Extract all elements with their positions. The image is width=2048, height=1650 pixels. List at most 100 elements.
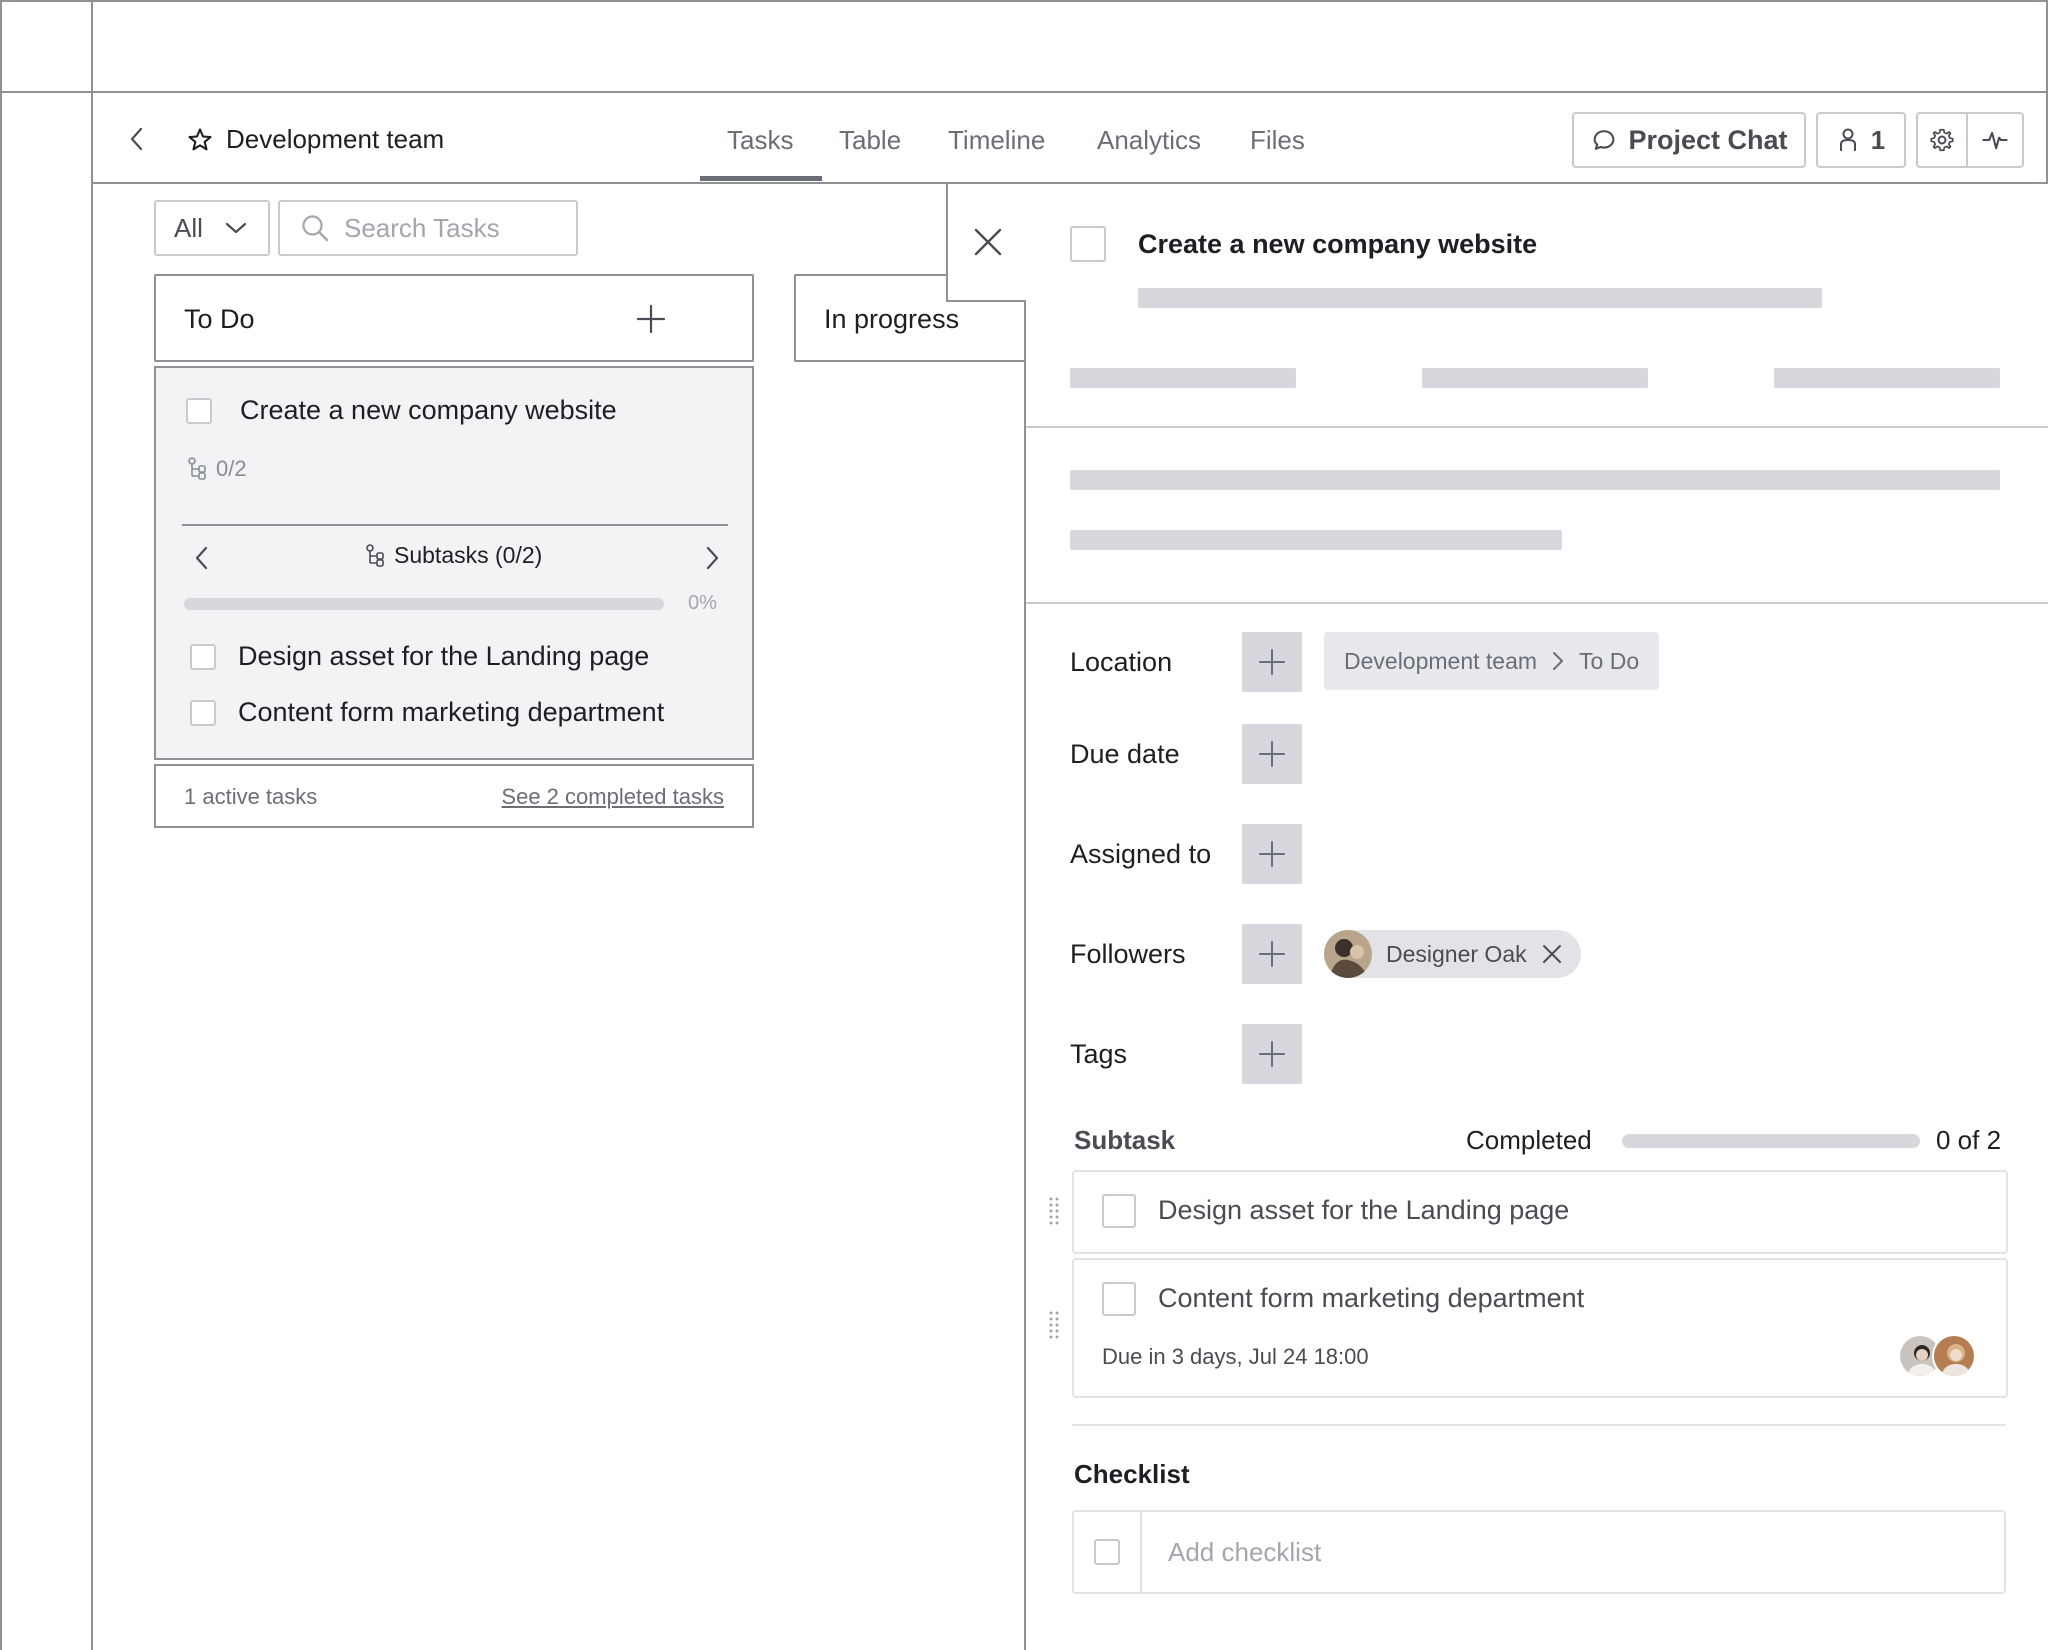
subtask-title: Design asset for the Landing page	[1158, 1195, 1570, 1225]
add-follower-button[interactable]	[1242, 924, 1302, 984]
followers-label: Followers	[1070, 939, 1186, 969]
subtask-tree-icon	[188, 457, 206, 480]
subtask-assignees	[1898, 1334, 1976, 1378]
tab-analytics[interactable]: Analytics	[1097, 122, 1201, 158]
add-assignee-button[interactable]	[1242, 824, 1302, 884]
subtask-checkbox[interactable]	[1102, 1194, 1136, 1228]
subtasks-label-text: Subtasks (0/2)	[394, 542, 543, 568]
favorite-star-icon[interactable]	[186, 126, 214, 154]
skeleton-line	[1070, 470, 2000, 490]
follower-name: Designer Oak	[1386, 940, 1527, 967]
members-count: 1	[1870, 124, 1886, 155]
detail-task-checkbox[interactable]	[1070, 226, 1106, 262]
active-tasks-count: 1 active tasks	[184, 784, 318, 809]
assigned-to-label: Assigned to	[1070, 839, 1212, 869]
subtask-counter: 0/2	[186, 456, 247, 482]
subtask-tree-icon	[366, 543, 384, 567]
chevron-right-icon	[1553, 652, 1564, 670]
location-column: To Do	[1579, 647, 1640, 674]
subtasks-next-button[interactable]	[702, 544, 722, 572]
back-button[interactable]	[122, 124, 152, 154]
task-filter-select[interactable]: All	[154, 200, 270, 256]
subtask-checkbox[interactable]	[190, 644, 216, 670]
subtask-row[interactable]: Design asset for the Landing page	[1072, 1170, 2008, 1254]
tab-tasks[interactable]: Tasks	[727, 122, 793, 158]
active-tab-indicator	[700, 176, 822, 181]
subtask-checkbox[interactable]	[1102, 1282, 1136, 1316]
completed-label: Completed	[1466, 1125, 1592, 1155]
plus-icon	[636, 304, 666, 334]
settings-button[interactable]	[1916, 112, 1968, 168]
chevron-right-icon	[706, 546, 719, 570]
column-title: In progress	[824, 304, 960, 334]
subtask-due-date: Due in 3 days, Jul 24 18:00	[1102, 1344, 1369, 1369]
subtask-section-heading: Subtask	[1074, 1125, 1176, 1155]
detail-task-title[interactable]: Create a new company website	[1138, 226, 1537, 262]
avatar	[1324, 930, 1372, 978]
skeleton-line	[1774, 368, 2000, 388]
tab-timeline[interactable]: Timeline	[948, 122, 1045, 158]
search-tasks-input[interactable]	[344, 212, 554, 244]
tags-label: Tags	[1070, 1039, 1128, 1069]
plus-icon	[1259, 941, 1285, 967]
column-footer: 1 active tasks See 2 completed tasks	[154, 764, 754, 828]
subtask-progress-bar	[184, 598, 664, 610]
topbar-divider	[0, 91, 2048, 93]
add-checklist-input[interactable]	[1168, 1536, 1968, 1568]
gear-icon	[1930, 128, 1954, 152]
see-completed-tasks-link[interactable]: See 2 completed tasks	[501, 784, 724, 810]
add-location-button[interactable]	[1242, 632, 1302, 692]
remove-follower-icon[interactable]	[1541, 943, 1563, 965]
search-icon	[302, 215, 329, 242]
task-card-title: Create a new company website	[240, 395, 617, 425]
person-icon	[1839, 128, 1856, 151]
project-chat-label: Project Chat	[1628, 124, 1788, 155]
project-title: Development team	[226, 124, 445, 154]
subtask-checkbox[interactable]	[190, 700, 216, 726]
skeleton-line	[1138, 288, 1822, 308]
sidebar-divider	[91, 0, 93, 1650]
chat-bubble-icon	[1594, 130, 1615, 150]
add-due-date-button[interactable]	[1242, 724, 1302, 784]
column-header-todo: To Do	[154, 274, 867, 362]
task-filter-value: All	[174, 212, 203, 243]
location-breadcrumb[interactable]: Development team To Do	[1324, 632, 1660, 690]
card-divider	[182, 524, 728, 526]
task-checkbox[interactable]	[186, 398, 212, 424]
skeleton-line	[1070, 530, 1562, 550]
subtasks-prev-button[interactable]	[192, 544, 212, 572]
close-icon	[974, 228, 1002, 256]
add-task-button[interactable]	[634, 302, 668, 336]
drag-handle-icon[interactable]	[1048, 1196, 1060, 1228]
completed-count: 0 of 2	[1936, 1125, 2002, 1155]
activity-button[interactable]	[1966, 112, 2024, 168]
task-card[interactable]: Create a new company website 0/2 Subtask…	[154, 366, 754, 760]
section-divider	[1026, 426, 2048, 428]
checklist-checkbox[interactable]	[1094, 1539, 1120, 1565]
tab-files[interactable]: Files	[1250, 122, 1305, 158]
column-title: To Do	[184, 304, 255, 334]
skeleton-line	[1422, 368, 1648, 388]
checklist-divider	[1072, 1424, 2006, 1426]
plus-icon	[1259, 741, 1285, 767]
plus-icon	[1259, 1041, 1285, 1067]
subtask-row[interactable]: Content form marketing department Due in…	[1072, 1258, 2008, 1398]
section-divider	[1026, 602, 2048, 604]
tab-table[interactable]: Table	[839, 122, 901, 158]
checklist-heading: Checklist	[1074, 1459, 1190, 1489]
project-chat-button[interactable]: Project Chat	[1572, 112, 1806, 168]
drag-handle-icon[interactable]	[1048, 1310, 1060, 1342]
window-frame-left	[0, 0, 2, 1650]
due-date-label: Due date	[1070, 739, 1180, 769]
members-button[interactable]: 1	[1816, 112, 1906, 168]
chevron-down-icon	[225, 222, 247, 234]
search-tasks-box[interactable]	[278, 200, 578, 256]
add-checklist-field[interactable]	[1072, 1510, 2006, 1594]
subtasks-label: Subtasks (0/2)	[364, 542, 542, 569]
add-tag-button[interactable]	[1242, 1024, 1302, 1084]
close-panel-button[interactable]	[946, 184, 1026, 302]
skeleton-line	[1070, 368, 1296, 388]
chevron-left-icon	[195, 546, 208, 570]
subtask-item-text: Content form marketing department	[238, 697, 665, 727]
location-project: Development team	[1344, 647, 1538, 674]
